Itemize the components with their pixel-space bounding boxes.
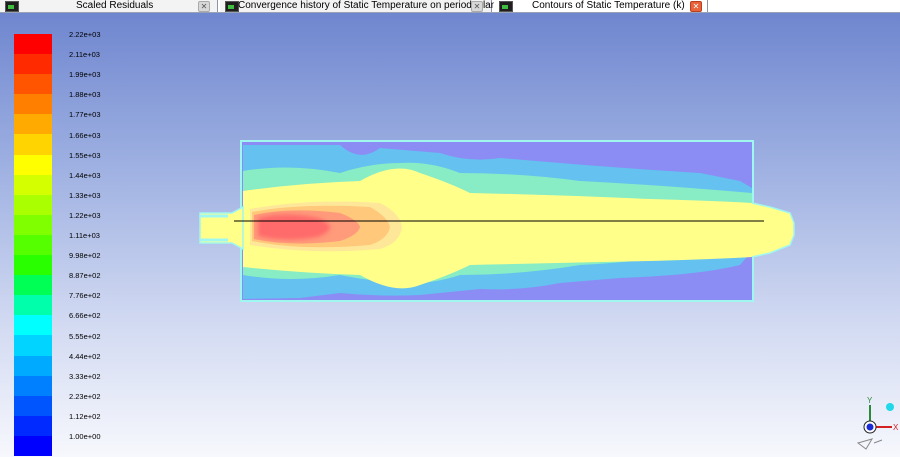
svg-text:X: X xyxy=(893,423,899,432)
tab-scaled-residuals[interactable]: Scaled Residuals ✕ xyxy=(0,0,218,12)
graphics-viewport[interactable]: 2.22e+03 2.11e+03 1.99e+03 1.88e+03 1.77e+03… xyxy=(0,13,900,457)
close-icon[interactable]: ✕ xyxy=(690,1,702,12)
inlet-region xyxy=(199,205,244,251)
tab-contours-static-temperature[interactable]: Contours of Static Temperature (k) ✕ xyxy=(494,0,708,12)
tab-bar: Scaled Residuals ✕ Convergence history o… xyxy=(0,0,900,13)
graphics-window-icon xyxy=(5,1,19,12)
tab-label: Convergence history of Static Temperatur… xyxy=(238,0,502,11)
close-icon[interactable]: ✕ xyxy=(198,1,210,12)
axis-triad-icon[interactable]: Y X xyxy=(852,393,900,455)
temperature-contour-plot xyxy=(199,140,795,302)
graphics-window-icon xyxy=(225,1,239,12)
close-icon[interactable]: ✕ xyxy=(471,1,483,12)
graphics-window-icon xyxy=(499,1,513,12)
tab-label: Contours of Static Temperature (k) xyxy=(532,0,685,11)
tab-convergence-history[interactable]: Convergence history of Static Temperatur… xyxy=(220,0,502,12)
svg-text:Y: Y xyxy=(867,396,873,405)
tab-label: Scaled Residuals xyxy=(76,0,154,11)
